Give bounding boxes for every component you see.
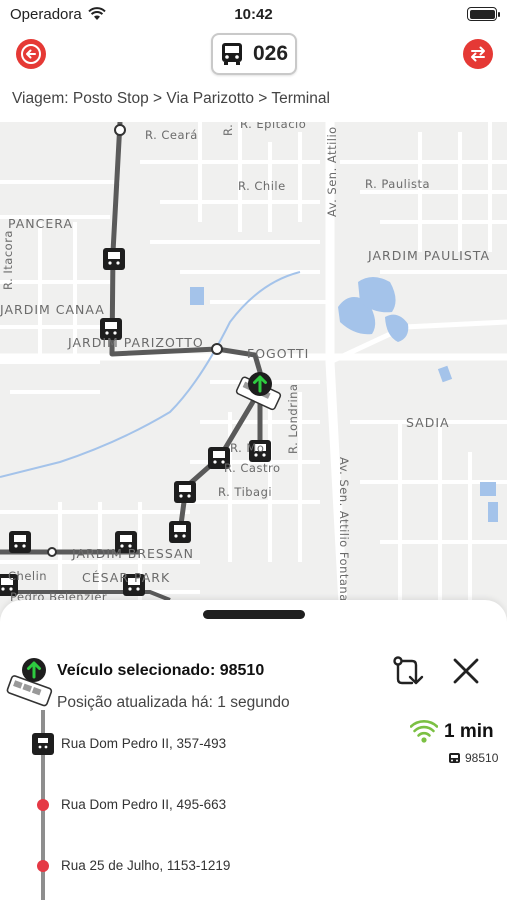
map-canvas[interactable]: R. Ceará R. Epitácio R. Luis S R. Chile … (0, 122, 507, 642)
bus-stop-marker[interactable] (174, 481, 196, 503)
position-updated-text: Posição atualizada há: 1 segundo (57, 694, 290, 711)
selected-vehicle-icon (6, 658, 53, 707)
close-icon (453, 658, 479, 684)
eta-info: 1 min (410, 720, 494, 744)
trip-breadcrumb: Viagem: Posto Stop > Via Parizotto > Ter… (12, 90, 330, 107)
share-route-button[interactable] (390, 653, 430, 693)
lake-3 (385, 314, 409, 342)
map-label: FOGOTTI (247, 346, 309, 361)
map-label: R. Paulista (365, 177, 430, 191)
route-share-icon (393, 656, 424, 685)
line-number: 026 (252, 42, 289, 65)
battery-icon (467, 7, 500, 21)
swap-direction-button[interactable] (463, 39, 493, 69)
map-label: JARDIM PARIZOTTO (67, 335, 204, 350)
close-button[interactable] (448, 653, 484, 689)
eta-time: 1 min (444, 721, 494, 742)
arrow-left-icon (21, 44, 41, 64)
line-badge[interactable]: 026 (210, 33, 297, 75)
vehicle-details-sheet: Veículo selecionado: 98510 Posição atual… (0, 600, 507, 900)
bus-stop-marker[interactable] (103, 248, 125, 270)
map-label: R. Itacora (1, 230, 15, 290)
stop-dot (37, 799, 49, 811)
map-label: R. Tibagi (218, 485, 272, 499)
map-label: R. Londrina (286, 384, 300, 454)
eta-vehicle-number: 98510 (465, 751, 499, 765)
bus-icon (221, 43, 242, 65)
stop-item-label[interactable]: Rua Dom Pedro II, 357-493 (61, 736, 226, 751)
map-label: Chelin (8, 569, 47, 583)
bus-icon (449, 752, 460, 763)
selected-vehicle-title: Veículo selecionado: 98510 (57, 662, 265, 679)
map-label: CÉSAR PARK (82, 570, 170, 585)
map-label: R. Castro (224, 461, 280, 475)
stop-dot (37, 860, 49, 872)
map-label: R. Ceará (145, 128, 198, 142)
wifi-icon (88, 7, 106, 20)
bus-stop-marker[interactable] (9, 531, 31, 553)
sheet-grabber[interactable] (203, 610, 305, 619)
stop-item-label[interactable]: Rua Dom Pedro II, 495-663 (61, 797, 226, 812)
map-view[interactable]: R. Ceará R. Epitácio R. Luis S R. Chile … (0, 122, 507, 642)
status-left: Operadora (10, 6, 106, 23)
map-label: SADIA (406, 415, 450, 430)
map-label: Av. Sen. Attilio (325, 126, 339, 217)
header: 026 (0, 28, 507, 82)
eta-vehicle: 98510 (448, 751, 498, 765)
stop-item-label[interactable]: Rua 25 de Julho, 1153-1219 (61, 858, 230, 873)
map-label: R. Mo (230, 441, 264, 455)
realtime-signal-icon (410, 720, 438, 743)
swap-direction-icon (471, 46, 485, 62)
map-label: JARDIM CANAA (0, 302, 105, 317)
map-label: R. Luis S (221, 122, 235, 136)
map-label: JARDIM PAULISTA (367, 248, 490, 263)
back-button[interactable] (16, 39, 46, 69)
map-label: R. Chile (238, 179, 286, 193)
map-label: R. Epitácio (240, 122, 306, 131)
bus-stop-icon (32, 733, 54, 755)
carrier-name: Operadora (10, 5, 82, 23)
map-label: JARDIM BRESSAN (71, 546, 194, 561)
status-bar: Operadora 10:42 (0, 0, 507, 28)
bus-stop-marker[interactable] (169, 521, 191, 543)
map-label: Av. Sen. Attilio Fontana (337, 457, 351, 602)
map-label: PANCERA (8, 216, 73, 231)
clock: 10:42 (234, 5, 273, 23)
